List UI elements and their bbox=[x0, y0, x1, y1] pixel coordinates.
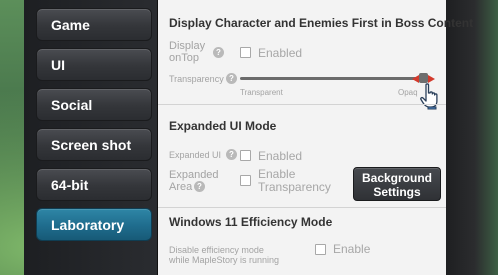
sidebar-item-label: Game bbox=[51, 16, 90, 33]
sidebar-item-game[interactable]: Game bbox=[36, 8, 152, 41]
help-icon[interactable]: ? bbox=[213, 47, 224, 58]
expanded-area-label: Expanded Area bbox=[169, 169, 219, 193]
hand-cursor-icon bbox=[418, 82, 446, 110]
expanded-ui-checkbox-label: Enabled bbox=[258, 149, 303, 163]
efficiency-mode-checkbox-label: Enable bbox=[333, 242, 371, 256]
sidebar-item-label: Laboratory bbox=[51, 216, 125, 233]
section-divider bbox=[158, 104, 446, 105]
sidebar-item-64bit[interactable]: 64-bit bbox=[36, 168, 152, 201]
slider-min-label: Transparent bbox=[240, 88, 283, 97]
expanded-ui-label: Expanded UI bbox=[169, 150, 222, 160]
efficiency-mode-checkbox[interactable] bbox=[315, 244, 326, 255]
enable-transparency-checkbox[interactable] bbox=[240, 175, 251, 186]
sidebar-item-social[interactable]: Social bbox=[36, 88, 152, 121]
windows11-section-title: Windows 11 Efficiency Mode bbox=[169, 215, 333, 229]
sidebar-item-screenshot[interactable]: Screen shot bbox=[36, 128, 152, 161]
boss-section-title: Display Character and Enemies First in B… bbox=[169, 16, 474, 30]
sidebar-item-label: Social bbox=[51, 96, 93, 113]
slider-max-label: Opaq bbox=[398, 88, 418, 97]
display-on-top-label: Display onTop bbox=[169, 40, 206, 64]
enable-transparency-label: Enable Transparency bbox=[258, 167, 331, 194]
help-icon[interactable]: ? bbox=[226, 73, 237, 84]
sidebar-item-label: UI bbox=[51, 56, 65, 73]
sidebar-item-label: Screen shot bbox=[51, 136, 132, 153]
section-divider bbox=[158, 207, 446, 208]
transparency-label: Transparency bbox=[169, 74, 224, 84]
display-on-top-checkbox-label: Enabled bbox=[258, 46, 303, 60]
disable-efficiency-label: Disable efficiency mode while MapleStory… bbox=[169, 245, 280, 265]
help-icon[interactable]: ? bbox=[194, 181, 205, 192]
window-frame-edge bbox=[446, 0, 498, 275]
sidebar-item-laboratory[interactable]: Laboratory bbox=[36, 208, 152, 241]
display-on-top-checkbox[interactable] bbox=[240, 47, 251, 58]
sidebar-item-label: 64-bit bbox=[51, 176, 89, 193]
background-settings-button[interactable]: Background Settings bbox=[353, 167, 441, 201]
expanded-ui-section-title: Expanded UI Mode bbox=[169, 119, 277, 133]
sidebar-item-ui[interactable]: UI bbox=[36, 48, 152, 81]
transparency-slider-track[interactable] bbox=[240, 77, 430, 80]
expanded-ui-checkbox[interactable] bbox=[240, 150, 251, 161]
help-icon[interactable]: ? bbox=[226, 149, 237, 160]
